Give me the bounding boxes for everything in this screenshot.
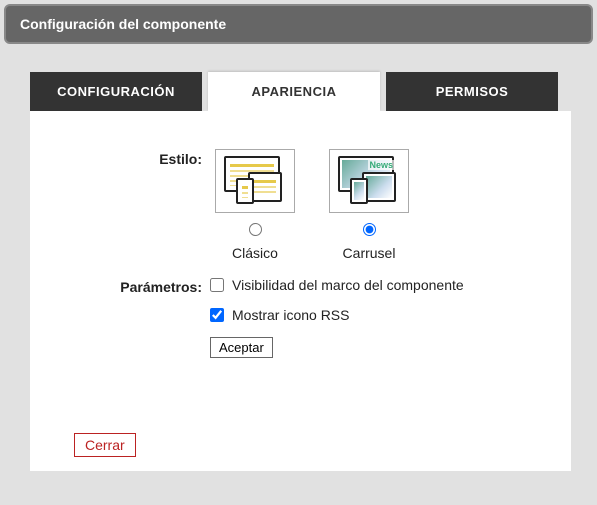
- tab-appearance[interactable]: APARIENCIA: [208, 72, 380, 111]
- param-frame-visibility-label: Visibilidad del marco del componente: [232, 277, 464, 293]
- close-button[interactable]: Cerrar: [74, 433, 136, 457]
- tab-configuration[interactable]: CONFIGURACIÓN: [30, 72, 202, 111]
- classic-thumbnail-icon: [215, 149, 295, 213]
- param-show-rss[interactable]: Mostrar icono RSS: [210, 307, 464, 323]
- style-option-carousel[interactable]: News Carrusel: [324, 149, 414, 261]
- style-option-classic[interactable]: Clásico: [210, 149, 300, 261]
- style-radio-carousel[interactable]: [363, 223, 376, 236]
- appearance-panel: Estilo: Clásico News: [30, 111, 571, 471]
- style-radio-classic[interactable]: [249, 223, 262, 236]
- dialog-title: Configuración del componente: [4, 4, 593, 44]
- carousel-thumbnail-icon: News: [329, 149, 409, 213]
- params-label: Parámetros:: [60, 277, 210, 358]
- tabs: CONFIGURACIÓN APARIENCIA PERMISOS: [30, 72, 571, 111]
- style-label-carousel: Carrusel: [324, 245, 414, 261]
- accept-button[interactable]: Aceptar: [210, 337, 273, 358]
- checkbox-show-rss[interactable]: [210, 308, 224, 322]
- style-label: Estilo:: [60, 149, 210, 261]
- style-label-classic: Clásico: [210, 245, 300, 261]
- param-frame-visibility[interactable]: Visibilidad del marco del componente: [210, 277, 464, 293]
- checkbox-frame-visibility[interactable]: [210, 278, 224, 292]
- tab-permissions[interactable]: PERMISOS: [386, 72, 558, 111]
- param-show-rss-label: Mostrar icono RSS: [232, 307, 349, 323]
